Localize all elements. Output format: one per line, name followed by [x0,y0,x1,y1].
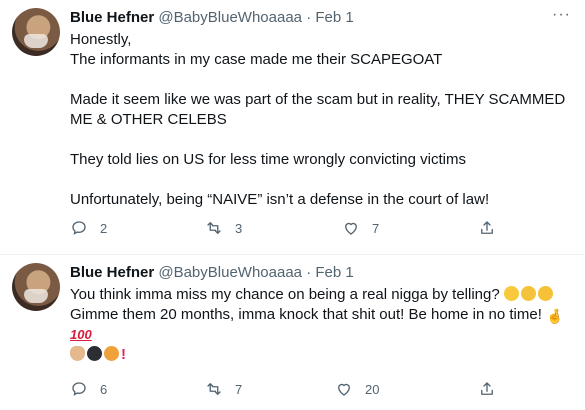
more-options-icon[interactable]: ··· [552,6,571,24]
reply-button[interactable]: 6 [70,380,107,398]
separator-dot: · [306,9,312,26]
crossed-fingers-icon: 🤞 [546,308,564,324]
tweet-text-line: They told lies on US for less time wrong… [70,151,466,168]
tweet-text: You think imma miss my chance on being a… [70,285,575,365]
share-button[interactable] [478,380,496,398]
grimacing-face-icon [520,286,536,301]
like-count: 7 [372,220,380,236]
reply-count: 6 [100,381,108,397]
reply-count: 2 [100,220,108,236]
avatar[interactable] [12,263,60,311]
like-count: 20 [365,381,380,397]
tweet-text-line: Made it seem like we was part of the sca… [70,91,566,128]
tweet-text-line: ! [70,345,575,365]
like-button[interactable]: 20 [335,380,379,398]
share-icon [481,221,493,234]
author-handle[interactable]: @BabyBlueWhoaaaa [158,9,302,26]
reply-icon [72,221,86,235]
tweet-text-line: Unfortunately, being “NAIVE” isn’t a def… [70,191,490,208]
exclamation-icon: ! [121,346,126,363]
tweet-text-line: Honestly, [70,31,132,48]
tweet-date[interactable]: Feb 1 [315,9,353,26]
tweet[interactable]: Blue Hefner @BabyBlueWhoaaaa · Feb 1 ···… [0,0,585,255]
tweet-text-segment: You think imma miss my chance on being a… [70,286,500,303]
like-button[interactable]: 7 [342,219,379,237]
reply-button[interactable]: 2 [70,219,107,237]
separator-dot: · [306,264,312,281]
tweet-text-line: Gimme them 20 months, imma knock that sh… [70,305,575,325]
author-handle[interactable]: @BabyBlueWhoaaaa [158,264,302,281]
hundred-points-icon: 100 [70,327,92,342]
author-name[interactable]: Blue Hefner [70,9,154,26]
retweet-button[interactable]: 3 [205,219,242,237]
retweet-count: 7 [235,381,243,397]
heart-icon [338,383,350,396]
tweet[interactable]: Blue Hefner @BabyBlueWhoaaaa · Feb 1 You… [0,255,585,410]
tweet-header: Blue Hefner @BabyBlueWhoaaaa · Feb 1 [70,264,354,282]
share-button[interactable] [478,219,496,237]
tweet-text-line: You think imma miss my chance on being a… [70,285,575,305]
action-bar: 6 7 20 [70,380,500,404]
tweet-text-line: The informants in my case made me their … [70,51,443,68]
flexed-biceps-icon [70,346,85,361]
action-bar: 2 3 7 [70,219,500,243]
avatar[interactable] [12,8,60,56]
ninja-icon [87,346,102,361]
tweet-text-segment: Gimme them 20 months, imma knock that sh… [70,306,542,323]
share-icon [481,382,493,395]
author-name[interactable]: Blue Hefner [70,264,154,281]
unamused-face-icon [503,286,519,301]
tweet-header: Blue Hefner @BabyBlueWhoaaaa · Feb 1 [70,9,354,27]
tweet-date[interactable]: Feb 1 [315,264,353,281]
retweet-icon [207,222,221,234]
tweet-text: Honestly, The informants in my case made… [70,30,575,210]
heart-icon [345,222,357,235]
retweet-count: 3 [235,220,243,236]
face-with-steam-icon [104,346,119,361]
rolling-laughing-face-icon [537,286,553,301]
retweet-icon [207,383,221,395]
reply-icon [72,382,86,396]
tweet-text-line: 100 [70,325,575,345]
retweet-button[interactable]: 7 [205,380,242,398]
